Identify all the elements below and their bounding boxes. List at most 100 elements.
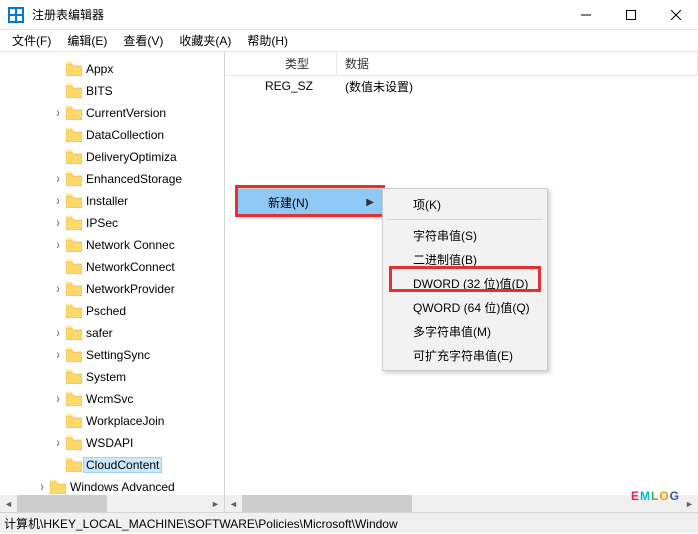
chevron-right-icon[interactable]: ›	[52, 105, 64, 122]
list-row[interactable]: REG_SZ (数值未设置)	[225, 76, 698, 96]
registry-tree[interactable]: AppxBITS › CurrentVersion DataCollection Del…	[0, 52, 224, 512]
context-new-label: 新建(N)	[268, 194, 309, 211]
tree-item[interactable]: DataCollection	[0, 124, 224, 146]
folder-icon	[66, 326, 82, 340]
tree-item-label: IPSec	[86, 216, 118, 230]
tree-item-label: DeliveryOptimiza	[86, 150, 177, 164]
column-data[interactable]: 数据	[337, 52, 698, 75]
folder-icon	[66, 348, 82, 362]
submenu-string[interactable]: 字符串值(S)	[385, 223, 545, 247]
menu-file[interactable]: 文件(F)	[4, 30, 59, 51]
folder-icon	[66, 238, 82, 252]
folder-icon	[66, 458, 82, 472]
tree-item[interactable]: BITS	[0, 80, 224, 102]
tree-item[interactable]: › SettingSync	[0, 344, 224, 366]
menu-edit[interactable]: 编辑(E)	[59, 30, 115, 51]
tree-item-label: EnhancedStorage	[86, 172, 182, 186]
scroll-left-icon[interactable]: ◄	[225, 495, 242, 512]
tree-item[interactable]: Psched	[0, 300, 224, 322]
menu-view[interactable]: 查看(V)	[115, 30, 171, 51]
chevron-right-icon[interactable]: ›	[36, 479, 48, 496]
scroll-track[interactable]	[17, 495, 207, 512]
folder-icon	[66, 370, 82, 384]
context-submenu: 项(K) 字符串值(S) 二进制值(B) DWORD (32 位)值(D) QW…	[382, 188, 548, 371]
expander-placeholder	[52, 371, 64, 383]
folder-icon	[66, 194, 82, 208]
tree-item-label: CurrentVersion	[86, 106, 166, 120]
tree-item-label: Network Connec	[86, 238, 175, 252]
scroll-right-icon[interactable]: ►	[207, 495, 224, 512]
tree-item-label: DataCollection	[86, 128, 164, 142]
cell-data: (数值未设置)	[337, 78, 698, 95]
cell-type: REG_SZ	[225, 79, 337, 93]
tree-item[interactable]: › IPSec	[0, 212, 224, 234]
tree-item-label: SettingSync	[86, 348, 150, 362]
context-new[interactable]: 新建(N) ▶	[238, 189, 382, 215]
expander-placeholder	[52, 415, 64, 427]
watermark-logo: EMLOG	[631, 465, 680, 510]
tree-item[interactable]: WorkplaceJoin	[0, 410, 224, 432]
tree-item[interactable]: DeliveryOptimiza	[0, 146, 224, 168]
submenu-binary[interactable]: 二进制值(B)	[385, 247, 545, 271]
submenu-expand[interactable]: 可扩充字符串值(E)	[385, 343, 545, 367]
chevron-right-icon[interactable]: ›	[52, 391, 64, 408]
minimize-button[interactable]	[563, 0, 608, 29]
tree-item-label: System	[86, 370, 126, 384]
chevron-right-icon[interactable]: ›	[52, 435, 64, 452]
scroll-track[interactable]	[242, 495, 681, 512]
close-button[interactable]	[653, 0, 698, 29]
submenu-key[interactable]: 项(K)	[385, 192, 545, 216]
tree-item-label: Windows Advanced	[70, 480, 175, 494]
list-header: 类型 数据	[225, 52, 698, 76]
tree-item-label: NetworkConnect	[86, 260, 175, 274]
list-horizontal-scrollbar[interactable]: ◄ ►	[225, 495, 698, 512]
menu-separator	[387, 219, 543, 220]
tree-item[interactable]: › Network Connec	[0, 234, 224, 256]
scroll-left-icon[interactable]: ◄	[0, 495, 17, 512]
tree-item-label: safer	[86, 326, 113, 340]
tree-item-label: CloudContent	[83, 457, 162, 473]
column-type[interactable]: 类型	[225, 52, 337, 75]
submenu-multi[interactable]: 多字符串值(M)	[385, 319, 545, 343]
tree-item[interactable]: CloudContent	[0, 454, 224, 476]
tree-item[interactable]: ›WSDAPI	[0, 432, 224, 454]
chevron-right-icon[interactable]: ›	[52, 281, 64, 298]
context-menu: 新建(N) ▶	[237, 188, 383, 216]
menu-favorites[interactable]: 收藏夹(A)	[171, 30, 239, 51]
scroll-thumb[interactable]	[242, 495, 412, 512]
tree-item[interactable]: NetworkConnect	[0, 256, 224, 278]
tree-item[interactable]: › safer	[0, 322, 224, 344]
chevron-right-icon[interactable]: ›	[52, 215, 64, 232]
expander-placeholder	[52, 63, 64, 75]
maximize-button[interactable]	[608, 0, 653, 29]
chevron-right-icon[interactable]: ›	[52, 237, 64, 254]
tree-item[interactable]: System	[0, 366, 224, 388]
tree-item[interactable]: Appx	[0, 58, 224, 80]
tree-item-label: Installer	[86, 194, 128, 208]
folder-icon	[66, 392, 82, 406]
tree-item-label: WcmSvc	[86, 392, 133, 406]
folder-icon	[66, 84, 82, 98]
submenu-dword[interactable]: DWORD (32 位)值(D)	[385, 271, 545, 295]
tree-pane: AppxBITS › CurrentVersion DataCollection Del…	[0, 52, 225, 512]
chevron-right-icon[interactable]: ›	[52, 325, 64, 342]
folder-icon	[66, 414, 82, 428]
scroll-thumb[interactable]	[17, 495, 107, 512]
tree-item[interactable]: ›NetworkProvider	[0, 278, 224, 300]
tree-horizontal-scrollbar[interactable]: ◄ ►	[0, 495, 224, 512]
folder-icon	[66, 304, 82, 318]
expander-placeholder	[52, 85, 64, 97]
chevron-right-icon[interactable]: ›	[52, 347, 64, 364]
chevron-right-icon[interactable]: ›	[52, 193, 64, 210]
menu-bar: 文件(F) 编辑(E) 查看(V) 收藏夹(A) 帮助(H)	[0, 30, 698, 52]
tree-item[interactable]: › WcmSvc	[0, 388, 224, 410]
tree-item[interactable]: › CurrentVersion	[0, 102, 224, 124]
status-bar: 计算机\HKEY_LOCAL_MACHINE\SOFTWARE\Policies…	[0, 513, 698, 533]
scroll-right-icon[interactable]: ►	[681, 495, 698, 512]
tree-item[interactable]: › EnhancedStorage	[0, 168, 224, 190]
chevron-right-icon[interactable]: ›	[52, 171, 64, 188]
expander-placeholder	[52, 305, 64, 317]
menu-help[interactable]: 帮助(H)	[239, 30, 296, 51]
tree-item[interactable]: › Installer	[0, 190, 224, 212]
submenu-qword[interactable]: QWORD (64 位)值(Q)	[385, 295, 545, 319]
